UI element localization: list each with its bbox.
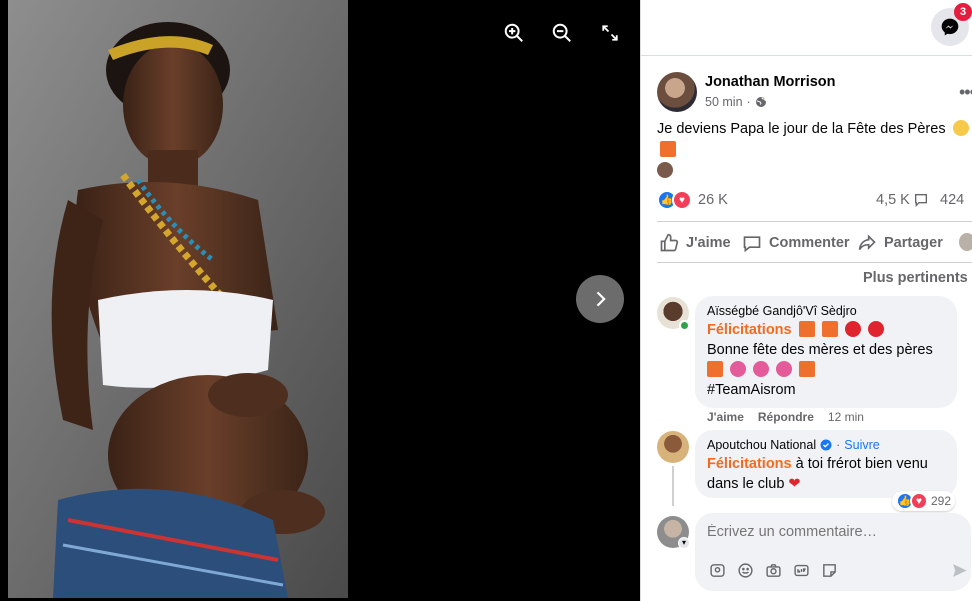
divider bbox=[657, 221, 972, 222]
like-button[interactable]: J'aime bbox=[659, 233, 731, 253]
love-reaction-icon: ♥ bbox=[910, 492, 928, 510]
comment-header: Apoutchou National · Suivre bbox=[707, 438, 945, 452]
balloon-emoji-icon bbox=[867, 321, 884, 337]
party-popper-emoji-icon bbox=[660, 141, 676, 157]
notification-badge: 3 bbox=[954, 3, 972, 21]
comment-count[interactable]: 4,5 K bbox=[876, 192, 929, 208]
camera-icon[interactable] bbox=[764, 561, 782, 579]
reaction-summary[interactable]: 👍 ♥ 26 K bbox=[657, 190, 728, 210]
share-button[interactable]: Partager bbox=[857, 233, 943, 253]
post-text: Je deviens Papa le jour de la Fête des P… bbox=[657, 119, 969, 182]
emoji-icon[interactable] bbox=[736, 561, 754, 579]
zoom-in-icon[interactable] bbox=[501, 20, 527, 46]
comment-author[interactable]: Apoutchou National bbox=[707, 438, 816, 452]
reaction-count: 26 K bbox=[698, 192, 728, 208]
more-options-icon[interactable]: ••• bbox=[959, 82, 972, 103]
author-name[interactable]: Jonathan Morrison bbox=[705, 74, 836, 90]
post-text-content: Je deviens Papa le jour de la Fête des P… bbox=[657, 121, 946, 137]
online-status-dot bbox=[679, 320, 690, 331]
party-popper-emoji-icon bbox=[799, 361, 816, 377]
comment-reaction-count: 292 bbox=[931, 494, 952, 508]
comment-actions: J'aime Répondre 12 min bbox=[707, 410, 864, 424]
party-face-emoji-icon bbox=[952, 120, 969, 136]
photo-viewer bbox=[0, 0, 640, 601]
comment-reply-button[interactable]: Répondre bbox=[758, 410, 814, 424]
chevron-right-icon bbox=[596, 291, 606, 307]
comment-highlight: Félicitations bbox=[707, 456, 792, 472]
comment-bubble: Apoutchou National · Suivre Félicitation… bbox=[695, 430, 957, 498]
post-panel: 3 Jonathan Morrison 50 min · ••• Je devi… bbox=[640, 0, 972, 601]
globe-icon bbox=[755, 97, 766, 107]
comment-bubble: Aïsségbé Gandjô'Vî Sèdjro Félicitations … bbox=[695, 296, 957, 408]
sticker-icon[interactable] bbox=[820, 561, 838, 579]
send-icon[interactable] bbox=[950, 561, 968, 579]
flower-emoji-icon bbox=[776, 361, 793, 377]
post-photo[interactable] bbox=[8, 0, 348, 598]
thumbs-up-icon bbox=[660, 233, 679, 252]
top-bar: 3 bbox=[641, 0, 972, 56]
love-reaction-icon: ♥ bbox=[672, 190, 692, 210]
chevron-down-icon[interactable]: ▾ bbox=[678, 537, 690, 549]
comment-sort-dropdown[interactable]: Plus pertinents bbox=[863, 270, 968, 286]
post-time[interactable]: 50 min bbox=[705, 95, 743, 109]
comment-line: Bonne fête des mères et des pères bbox=[707, 342, 933, 358]
sort-label: Plus pertinents bbox=[863, 270, 968, 286]
comment-input[interactable] bbox=[707, 524, 947, 540]
comment-hashtag[interactable]: #TeamAisrom bbox=[707, 382, 796, 398]
share-count[interactable]: 424 bbox=[940, 192, 964, 208]
commenter-avatar[interactable] bbox=[657, 431, 689, 463]
baby-emoji-icon bbox=[657, 162, 673, 178]
post-meta: 50 min · bbox=[705, 95, 767, 109]
comment-icon bbox=[743, 236, 761, 253]
comment-like-button[interactable]: J'aime bbox=[707, 410, 744, 424]
comment-text: Félicitations Bonne fête des mères et de… bbox=[707, 320, 945, 400]
gif-icon[interactable] bbox=[792, 561, 810, 579]
header-separator: · bbox=[836, 438, 841, 452]
like-label: J'aime bbox=[686, 235, 731, 251]
heart-emoji-icon: ❤ bbox=[788, 476, 801, 492]
party-popper-emoji-icon bbox=[707, 361, 723, 377]
share-count-value: 424 bbox=[940, 192, 965, 208]
thread-line bbox=[672, 466, 674, 506]
photo-illustration bbox=[8, 0, 348, 598]
party-popper-emoji-icon bbox=[821, 321, 838, 337]
party-popper-emoji-icon bbox=[798, 321, 815, 337]
comment-author[interactable]: Aïsségbé Gandjô'Vî Sèdjro bbox=[707, 304, 945, 318]
divider bbox=[657, 262, 972, 263]
flower-emoji-icon bbox=[753, 361, 770, 377]
verified-badge-icon bbox=[820, 439, 832, 451]
comment-highlight: Félicitations bbox=[707, 322, 792, 338]
avatar-sticker-icon[interactable] bbox=[708, 561, 726, 579]
share-arrow-icon bbox=[858, 234, 876, 251]
profile-selector-avatar[interactable] bbox=[959, 233, 972, 251]
comment-reaction-summary[interactable]: 👍 ♥ 292 bbox=[892, 491, 956, 511]
comment-time[interactable]: 12 min bbox=[828, 410, 864, 424]
next-photo-button[interactable] bbox=[576, 275, 624, 323]
follow-link[interactable]: Suivre bbox=[844, 438, 879, 452]
author-avatar[interactable] bbox=[657, 72, 697, 112]
comment-count-value: 4,5 K bbox=[876, 192, 910, 208]
zoom-out-icon[interactable] bbox=[549, 20, 575, 46]
comment-bubble-icon bbox=[914, 194, 927, 207]
fullscreen-icon[interactable] bbox=[597, 20, 623, 46]
balloon-emoji-icon bbox=[844, 321, 861, 337]
comment-button[interactable]: Commenter bbox=[742, 233, 850, 253]
share-label: Partager bbox=[884, 235, 943, 251]
comment-text: Félicitations à toi frérot bien venu dan… bbox=[707, 454, 945, 494]
messenger-icon bbox=[941, 18, 959, 36]
meta-separator: · bbox=[746, 95, 751, 109]
comment-label: Commenter bbox=[769, 235, 850, 251]
flower-emoji-icon bbox=[730, 361, 747, 377]
comment-composer bbox=[695, 513, 971, 591]
